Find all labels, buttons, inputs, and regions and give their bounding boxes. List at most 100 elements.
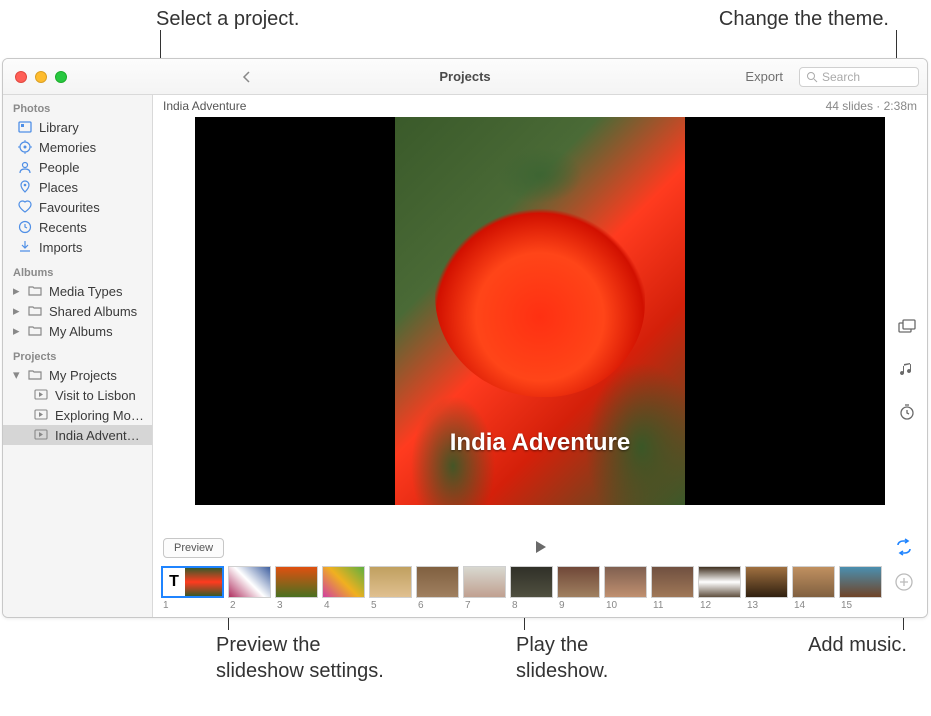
thumb-number: 5: [369, 598, 377, 611]
title-slide-image: [185, 568, 222, 596]
callout-line1: Preview the: [216, 632, 384, 658]
sidebar-item-my-projects[interactable]: ▾ My Projects: [3, 365, 152, 385]
library-icon: [17, 119, 33, 135]
sidebar-item-imports[interactable]: Imports: [3, 237, 152, 257]
thumb-item[interactable]: 8: [510, 566, 553, 611]
duration-button[interactable]: [896, 401, 918, 423]
thumb-item[interactable]: 7: [463, 566, 506, 611]
callout-add-music: Add music.: [808, 632, 907, 658]
sidebar-item-shared-albums[interactable]: ▸ Shared Albums: [3, 301, 152, 321]
thumb-item[interactable]: 6: [416, 566, 459, 611]
thumb-number: 3: [275, 598, 283, 611]
callout-preview-settings: Preview the slideshow settings.: [216, 632, 384, 684]
sidebar-item-library[interactable]: Library: [3, 117, 152, 137]
export-button[interactable]: Export: [739, 67, 789, 86]
clock-icon: [17, 219, 33, 235]
thumb-item[interactable]: 13: [745, 566, 788, 611]
thumb-item[interactable]: 10: [604, 566, 647, 611]
preview-button[interactable]: Preview: [163, 538, 224, 558]
add-slide-button[interactable]: [892, 570, 916, 594]
sidebar-item-label: Library: [39, 120, 79, 135]
slideshow-icon: [33, 427, 49, 443]
sidebar-item-label: Media Types: [49, 284, 122, 299]
side-tools: [887, 317, 927, 423]
sidebar-item-label: My Projects: [49, 368, 117, 383]
sidebar-project-item[interactable]: Exploring Mor…: [3, 405, 152, 425]
loop-button[interactable]: [895, 538, 913, 559]
slide-overlay-title: India Adventure: [195, 429, 885, 457]
sidebar-item-label: Shared Albums: [49, 304, 137, 319]
back-button[interactable]: [235, 66, 259, 88]
thumb-item[interactable]: 14: [792, 566, 835, 611]
callout-line1: Play the: [516, 632, 608, 658]
sidebar-section-projects: Projects: [3, 347, 152, 365]
thumb-number: 13: [745, 598, 758, 611]
callout-change-theme: Change the theme.: [719, 6, 889, 32]
sidebar-item-label: People: [39, 160, 79, 175]
titlebar: Projects Export Search: [3, 59, 927, 95]
callout-play: Play the slideshow.: [516, 632, 608, 684]
title-slide-letter: T: [163, 568, 185, 596]
slideshow-icon: [33, 387, 49, 403]
controls-row: Preview: [153, 532, 927, 562]
sidebar-item-label: India Adventure: [55, 428, 144, 443]
sidebar-item-label: Places: [39, 180, 78, 195]
thumb-number: 8: [510, 598, 518, 611]
slide-canvas: India Adventure: [195, 117, 885, 505]
music-button[interactable]: [896, 359, 918, 381]
thumb-number: 7: [463, 598, 471, 611]
main-area: India Adventure 44 slides · 2:38m India …: [153, 95, 927, 617]
slideshow-icon: [33, 407, 49, 423]
minimize-window-button[interactable]: [35, 71, 47, 83]
thumb-item[interactable]: 4: [322, 566, 365, 611]
sidebar-item-my-albums[interactable]: ▸ My Albums: [3, 321, 152, 341]
sidebar-project-item-selected[interactable]: India Adventure: [3, 425, 152, 445]
thumb-item[interactable]: 3: [275, 566, 318, 611]
sidebar-item-memories[interactable]: Memories: [3, 137, 152, 157]
filmstrip: T 1 2 3 4 5 6 7 8 9 10 11 12 13 14 15: [153, 562, 927, 617]
thumb-item[interactable]: 9: [557, 566, 600, 611]
thumb-number: 2: [228, 598, 236, 611]
sidebar: Photos Library Memories People Places Fa…: [3, 95, 153, 617]
theme-button[interactable]: [896, 317, 918, 339]
sidebar-item-recents[interactable]: Recents: [3, 217, 152, 237]
sidebar-item-favourites[interactable]: Favourites: [3, 197, 152, 217]
search-input[interactable]: Search: [799, 67, 919, 87]
play-button[interactable]: [532, 539, 548, 558]
slides-info: 44 slides · 2:38m: [826, 99, 917, 113]
sidebar-item-label: Favourites: [39, 200, 100, 215]
thumb-item[interactable]: 5: [369, 566, 412, 611]
sidebar-item-label: Recents: [39, 220, 87, 235]
chevron-down-icon: ▾: [13, 367, 23, 383]
thumb-number: 15: [839, 598, 852, 611]
window-controls: [11, 71, 67, 83]
thumb-item[interactable]: 15: [839, 566, 882, 611]
sidebar-item-label: Exploring Mor…: [55, 408, 144, 423]
callout-select-project: Select a project.: [156, 6, 299, 32]
zoom-window-button[interactable]: [55, 71, 67, 83]
close-window-button[interactable]: [15, 71, 27, 83]
project-info-bar: India Adventure 44 slides · 2:38m: [153, 95, 927, 117]
sidebar-item-people[interactable]: People: [3, 157, 152, 177]
thumb-item[interactable]: 12: [698, 566, 741, 611]
folder-icon: [27, 367, 43, 383]
sidebar-item-label: My Albums: [49, 324, 113, 339]
thumb-number: 11: [651, 598, 663, 611]
sidebar-item-label: Visit to Lisbon: [55, 388, 136, 403]
chevron-right-icon: ▸: [13, 303, 23, 319]
heart-icon: [17, 199, 33, 215]
project-title: India Adventure: [163, 99, 246, 113]
sidebar-item-media-types[interactable]: ▸ Media Types: [3, 281, 152, 301]
thumb-item[interactable]: 11: [651, 566, 694, 611]
callout-line2: slideshow settings.: [216, 658, 384, 684]
thumb-item[interactable]: 2: [228, 566, 271, 611]
preview-area: India Adventure: [153, 117, 927, 532]
sidebar-section-albums: Albums: [3, 263, 152, 281]
app-window: Projects Export Search Photos Library Me…: [2, 58, 928, 618]
thumb-title-slide[interactable]: T 1: [161, 566, 224, 611]
sidebar-item-places[interactable]: Places: [3, 177, 152, 197]
sidebar-section-photos: Photos: [3, 99, 152, 117]
download-icon: [17, 239, 33, 255]
sidebar-project-item[interactable]: Visit to Lisbon: [3, 385, 152, 405]
folder-icon: [27, 283, 43, 299]
